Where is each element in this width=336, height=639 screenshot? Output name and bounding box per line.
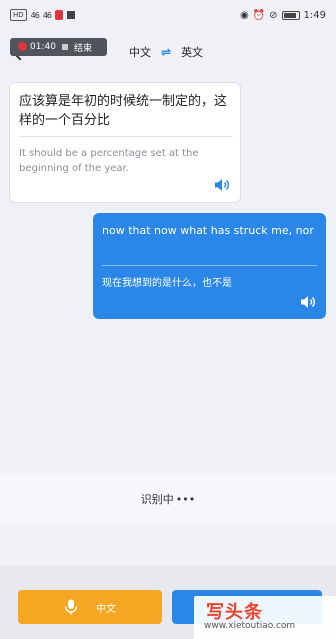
- recording-duration: 01:40: [30, 42, 56, 52]
- signal-icon-2: 46: [42, 10, 52, 20]
- hd-badge: HD: [10, 9, 27, 21]
- source-language[interactable]: 中文: [129, 44, 151, 60]
- end-recording-button[interactable]: 结束: [74, 41, 92, 54]
- watermark: 写头条 www.xietoutiao.com: [194, 596, 336, 639]
- eye-icon: ◉: [239, 9, 249, 21]
- recognizing-label: 识别中: [140, 493, 174, 506]
- record-dot-icon: [18, 42, 27, 51]
- message-source-text: 应该算是年初的时候统一制定的，这样的一个百分比: [19, 94, 228, 128]
- swap-languages-icon[interactable]: ⇌: [161, 45, 171, 59]
- signal-icon: 46: [30, 10, 40, 20]
- speaker-icon[interactable]: [214, 178, 230, 192]
- recognizing-panel: 识别中 •••: [0, 473, 336, 525]
- notification-square-icon: [67, 11, 76, 19]
- message-source-text-en: now that now what has struck me, nor: [102, 224, 314, 237]
- speaker-icon-white[interactable]: [300, 295, 316, 309]
- message-bubble-english: now that now what has struck me, nor 现在我…: [93, 213, 326, 319]
- speak-chinese-label: 中文: [96, 603, 116, 615]
- microphone-status-icon: [55, 10, 64, 20]
- status-right: ◉ ⏰ ⊘ 1:49: [240, 10, 326, 21]
- microphone-icon: [64, 599, 78, 615]
- message-bubble-chinese: 应该算是年初的时候统一制定的，这样的一个百分比 It should be a p…: [9, 82, 241, 203]
- status-left: HD 46 46: [10, 9, 76, 21]
- target-language[interactable]: 英文: [181, 44, 203, 60]
- message-translation-text: It should be a percentage set at the beg…: [19, 148, 199, 174]
- top-bar: 01:40 结束 中文 ⇌ 英文: [0, 30, 336, 70]
- battery-icon: [281, 10, 300, 20]
- message-divider: [19, 136, 233, 137]
- message-divider-en: [102, 265, 317, 266]
- clock: 1:49: [303, 9, 326, 21]
- recording-pill[interactable]: 01:40 结束: [10, 38, 107, 56]
- status-bar: HD 46 46 ◉ ⏰ ⊘ 1:49: [0, 0, 336, 30]
- watermark-url: www.xietoutiao.com: [204, 621, 296, 631]
- speak-chinese-button[interactable]: 中文: [18, 590, 162, 624]
- mute-icon: ⊘: [269, 9, 278, 21]
- alarm-icon: ⏰: [252, 9, 266, 21]
- message-translation-text-zh: 现在我想到的是什么，也不是: [102, 278, 232, 289]
- stop-square-icon: [61, 44, 68, 50]
- language-switcher: 中文 ⇌ 英文: [129, 44, 203, 60]
- recognizing-dots: •••: [175, 492, 196, 506]
